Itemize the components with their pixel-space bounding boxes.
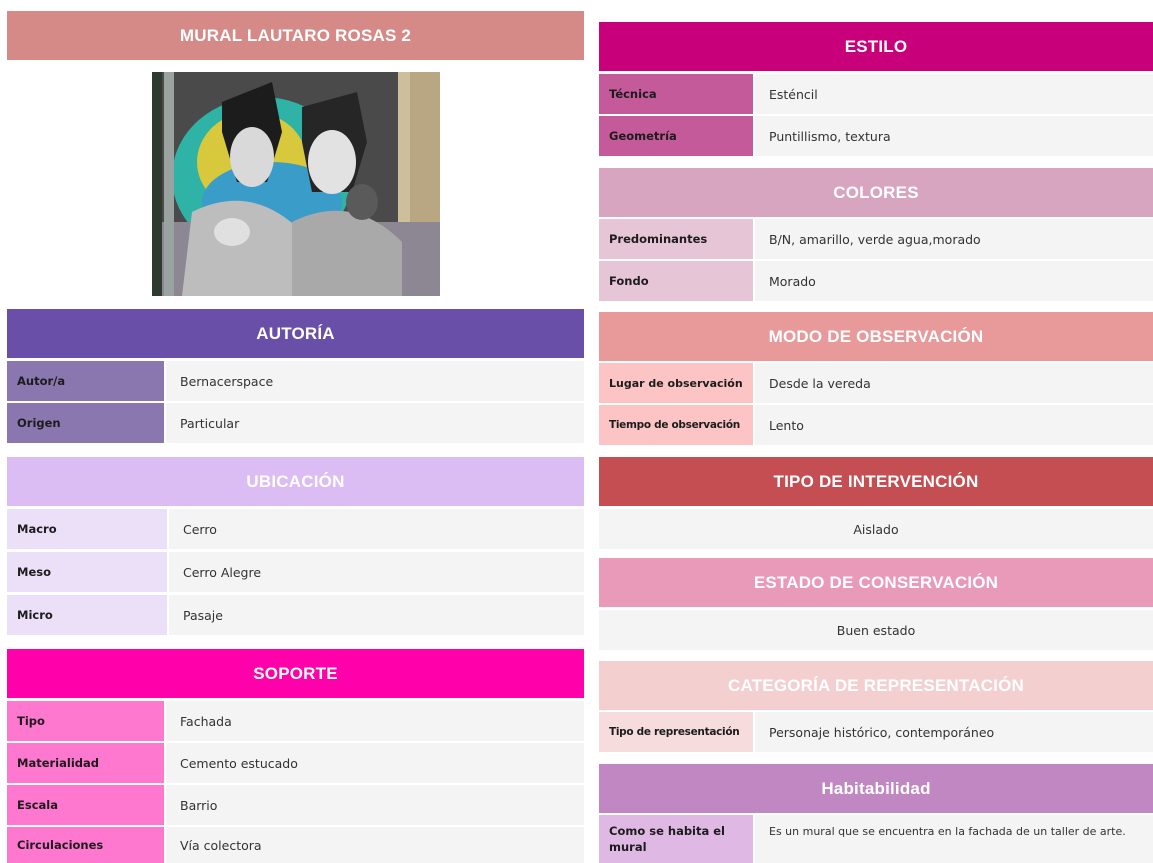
ubicacion-header: UBICACIÓN: [7, 457, 584, 506]
macro-value: Cerro: [169, 509, 584, 549]
predominantes-value: B/N, amarillo, verde agua,morado: [755, 219, 1153, 259]
materialidad-label: Materialidad: [7, 743, 164, 783]
intervencion-value: Aislado: [599, 509, 1153, 549]
representacion-header: CATEGORÍA DE REPRESENTACIÓN: [599, 661, 1153, 710]
soporte-header: SOPORTE: [7, 649, 584, 698]
escala-label: Escala: [7, 785, 164, 825]
lugar-observacion-label: Lugar de observación: [599, 363, 753, 403]
meso-value: Cerro Alegre: [169, 552, 584, 592]
autor-label: Autor/a: [7, 361, 164, 401]
tipo-label: Tipo: [7, 701, 164, 741]
lugar-observacion-value: Desde la vereda: [755, 363, 1153, 403]
tecnica-label: Técnica: [599, 74, 753, 114]
autoria-header: AUTORÍA: [7, 309, 584, 358]
conservacion-header: ESTADO DE CONSERVACIÓN: [599, 558, 1153, 607]
meso-label: Meso: [7, 552, 167, 592]
tipo-representacion-label: Tipo de representación: [599, 712, 753, 752]
tipo-value: Fachada: [166, 701, 584, 741]
mural-title: MURAL LAUTARO ROSAS 2: [7, 11, 584, 60]
origen-label: Origen: [7, 403, 164, 443]
conservacion-value: Buen estado: [599, 610, 1153, 650]
macro-label: Macro: [7, 509, 167, 549]
geometria-label: Geometría: [599, 116, 753, 156]
tipo-representacion-value: Personaje histórico, contemporáneo: [755, 712, 1153, 752]
geometria-value: Puntillismo, textura: [755, 116, 1153, 156]
origen-value: Particular: [166, 403, 584, 443]
mural-photo: [152, 72, 440, 296]
tiempo-observacion-label: Tiempo de observación: [599, 405, 753, 445]
materialidad-value: Cemento estucado: [166, 743, 584, 783]
micro-value: Pasaje: [169, 595, 584, 635]
observacion-header: MODO DE OBSERVACIÓN: [599, 312, 1153, 361]
circulaciones-label: Circulaciones: [7, 827, 164, 863]
intervencion-header: TIPO DE INTERVENCIÓN: [599, 457, 1153, 506]
habitabilidad-header: Habitabilidad: [599, 764, 1153, 813]
circulaciones-value: Vía colectora: [166, 827, 584, 863]
colores-header: COLORES: [599, 168, 1153, 217]
predominantes-label: Predominantes: [599, 219, 753, 259]
tiempo-observacion-value: Lento: [755, 405, 1153, 445]
estilo-header: ESTILO: [599, 22, 1153, 71]
habita-value: Es un mural que se encuentra en la facha…: [755, 815, 1153, 863]
micro-label: Micro: [7, 595, 167, 635]
habita-label: Como se habita el mural: [599, 815, 753, 863]
fondo-value: Morado: [755, 261, 1153, 301]
fondo-label: Fondo: [599, 261, 753, 301]
autor-value: Bernacerspace: [166, 361, 584, 401]
tecnica-value: Esténcil: [755, 74, 1153, 114]
escala-value: Barrio: [166, 785, 584, 825]
